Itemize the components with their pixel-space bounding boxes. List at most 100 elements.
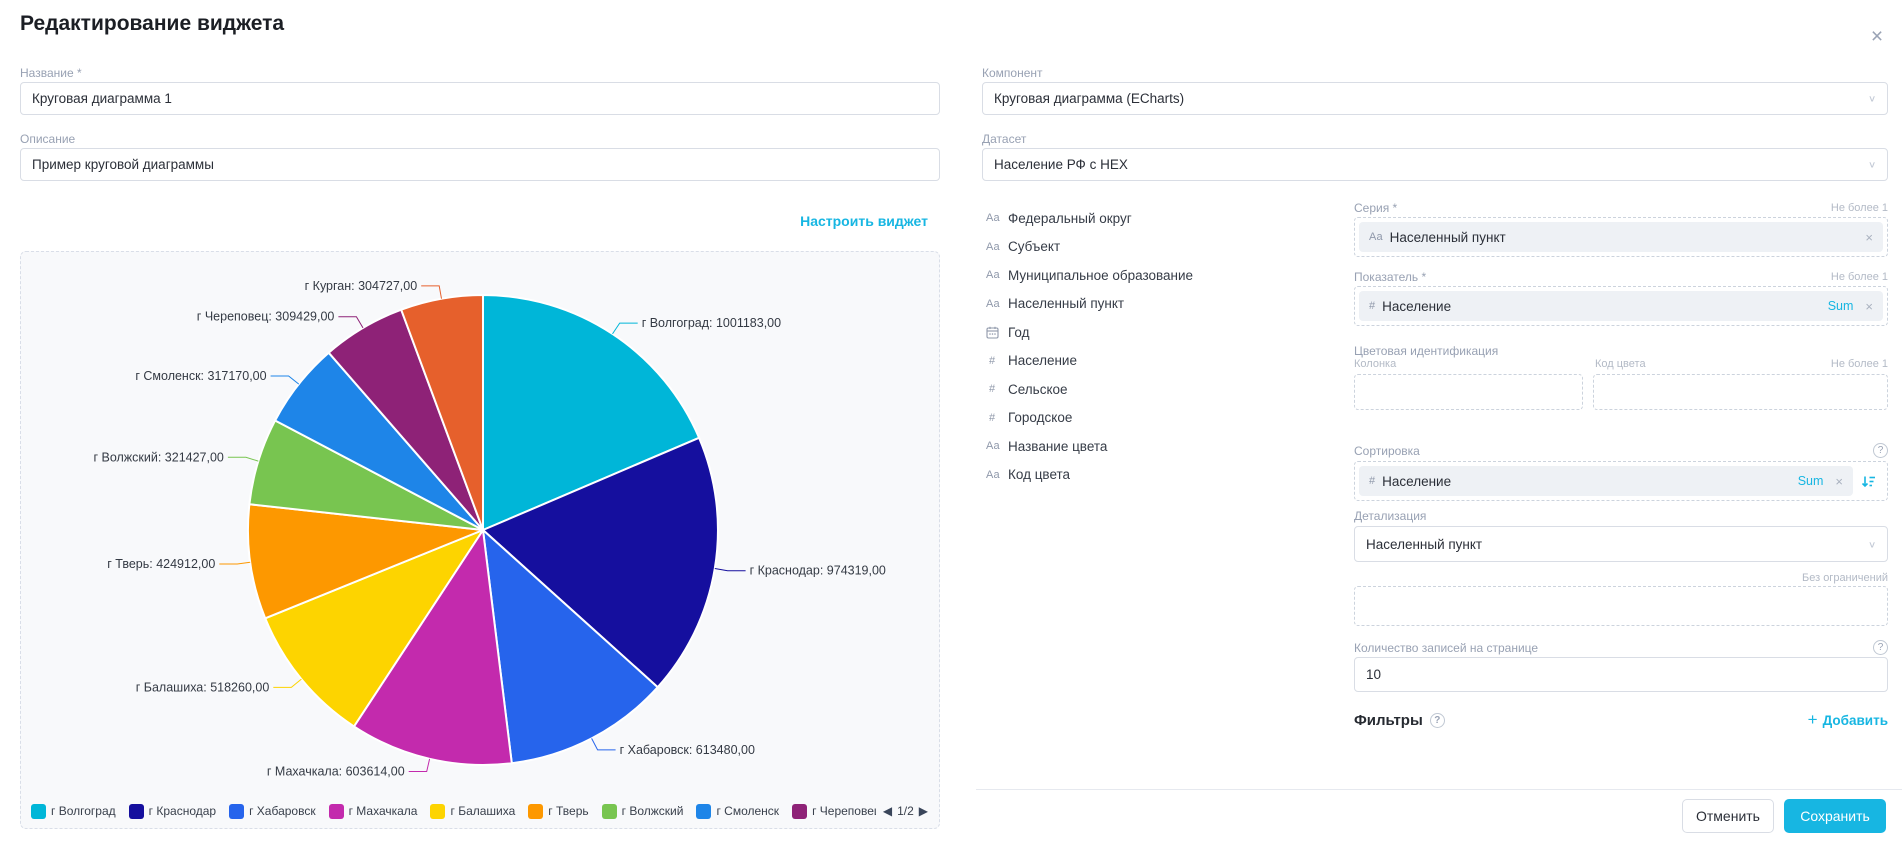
filters-label: Фильтры ?	[1354, 712, 1445, 729]
help-icon[interactable]: ?	[1873, 640, 1888, 655]
legend-item-г Краснодар[interactable]: г Краснодар	[129, 804, 216, 819]
legend-pager: ◀ 1/2 ▶	[880, 804, 931, 818]
extra-dropzone[interactable]	[1354, 586, 1888, 626]
series-chip[interactable]: Аа Населенный пункт ×	[1359, 222, 1883, 252]
dataset-field-label: Городское	[1008, 410, 1072, 425]
number-type-icon: #	[1369, 475, 1375, 487]
page-size-label: Количество записей на странице	[1354, 641, 1538, 655]
legend-item-г Балашиха[interactable]: г Балашиха	[430, 804, 515, 819]
number-type-icon: #	[986, 355, 1008, 367]
legend-item-г Смоленск[interactable]: г Смоленск	[696, 804, 779, 819]
legend-swatch	[602, 804, 617, 819]
remove-icon[interactable]: ×	[1865, 230, 1873, 245]
series-limit: Не более 1	[1831, 202, 1888, 214]
sort-descending-icon[interactable]	[1853, 474, 1883, 489]
edit-widget-dialog: Редактирование виджета × Название * Опис…	[0, 0, 1902, 842]
pie-label: г Краснодар: 974319,00	[750, 564, 886, 578]
metric-chip-label: Население	[1382, 299, 1828, 314]
color-code-dropzone[interactable]	[1593, 374, 1888, 410]
save-button[interactable]: Сохранить	[1784, 799, 1886, 833]
legend-item-г Череповец[interactable]: г Череповец	[792, 804, 876, 819]
legend-prev-icon[interactable]: ◀	[880, 804, 895, 818]
add-filter-button[interactable]: + Добавить	[1808, 710, 1888, 730]
sorting-label: Сортировка	[1354, 444, 1420, 458]
legend-item-г Волгоград[interactable]: г Волгоград	[31, 804, 116, 819]
aggregation-badge[interactable]: Sum	[1798, 474, 1824, 488]
legend-next-icon[interactable]: ▶	[916, 804, 931, 818]
legend-label: г Волгоград	[51, 804, 116, 818]
description-label: Описание	[20, 132, 75, 146]
dataset-field-Название цвета[interactable]: АаНазвание цвета	[986, 432, 1316, 461]
string-type-icon: Аа	[1369, 231, 1383, 243]
dataset-field-Федеральный округ[interactable]: АаФедеральный округ	[986, 204, 1316, 233]
pie-label-line	[421, 286, 441, 299]
dataset-field-Год[interactable]: Год	[986, 318, 1316, 347]
pie-label: г Волгоград: 1001183,00	[642, 316, 781, 330]
component-select[interactable]: Круговая диаграмма (ECharts) ∨	[982, 82, 1888, 115]
metric-dropzone[interactable]: # Население Sum ×	[1354, 286, 1888, 326]
remove-icon[interactable]: ×	[1865, 299, 1873, 314]
legend-item-г Волжский[interactable]: г Волжский	[602, 804, 684, 819]
name-input[interactable]	[20, 82, 940, 115]
legend-page-indicator: 1/2	[897, 804, 914, 818]
number-type-icon: #	[986, 383, 1008, 395]
dataset-field-Сельское[interactable]: #Сельское	[986, 375, 1316, 404]
configure-widget-link[interactable]: Настроить виджет	[20, 213, 928, 229]
sorting-chip-label: Население	[1382, 474, 1798, 489]
legend-swatch	[31, 804, 46, 819]
description-input[interactable]	[20, 148, 940, 181]
dataset-field-Код цвета[interactable]: АаКод цвета	[986, 461, 1316, 490]
string-type-icon: Аа	[986, 212, 1008, 224]
pie-label-line	[409, 759, 430, 772]
number-type-icon: #	[1369, 300, 1375, 312]
dataset-field-Субъект[interactable]: АаСубъект	[986, 233, 1316, 262]
legend-swatch	[430, 804, 445, 819]
legend-swatch	[696, 804, 711, 819]
dataset-field-Муниципальное образование[interactable]: АаМуниципальное образование	[986, 261, 1316, 290]
dataset-field-label: Субъект	[1008, 239, 1060, 254]
pie-label-line	[613, 323, 638, 334]
sorting-chip[interactable]: # Население Sum ×	[1359, 466, 1853, 496]
footer-divider	[976, 789, 1902, 790]
metric-label: Показатель *	[1354, 270, 1426, 284]
detail-label: Детализация	[1354, 509, 1426, 523]
chart-legend: г Волгоград г Краснодар г Хабаровск г Махач…	[31, 801, 931, 821]
aggregation-badge[interactable]: Sum	[1828, 299, 1854, 313]
color-ident-limit: Не более 1	[1831, 358, 1888, 370]
dataset-field-label: Год	[1008, 325, 1030, 340]
pie-label-line	[715, 569, 746, 571]
legend-item-г Махачкала[interactable]: г Махачкала	[329, 804, 418, 819]
dataset-field-Населенный пункт[interactable]: АаНаселенный пункт	[986, 290, 1316, 319]
metric-chip[interactable]: # Население Sum ×	[1359, 291, 1883, 321]
string-type-icon: Аа	[986, 298, 1008, 310]
legend-label: г Смоленск	[716, 804, 779, 818]
legend-item-г Хабаровск[interactable]: г Хабаровск	[229, 804, 316, 819]
remove-icon[interactable]: ×	[1835, 474, 1843, 489]
legend-items: г Волгоград г Краснодар г Хабаровск г Махач…	[31, 804, 876, 819]
number-type-icon: #	[986, 412, 1008, 424]
pie-label: г Балашиха: 518260,00	[136, 680, 270, 694]
dataset-field-list: АаФедеральный округАаСубъектАаМуниципаль…	[986, 204, 1316, 489]
page-title: Редактирование виджета	[20, 12, 284, 36]
series-chip-label: Населенный пункт	[1390, 230, 1866, 245]
cancel-button[interactable]: Отменить	[1682, 799, 1774, 833]
legend-swatch	[792, 804, 807, 819]
detail-select[interactable]: Населенный пункт ∨	[1354, 526, 1888, 562]
dataset-field-Городское[interactable]: #Городское	[986, 404, 1316, 433]
dataset-field-Население[interactable]: #Население	[986, 347, 1316, 376]
legend-label: г Махачкала	[349, 804, 418, 818]
help-icon[interactable]: ?	[1430, 713, 1445, 728]
close-icon[interactable]: ×	[1864, 24, 1890, 50]
help-icon[interactable]: ?	[1873, 443, 1888, 458]
chevron-down-icon: ∨	[1868, 539, 1876, 549]
pie-label-line	[271, 376, 299, 384]
page-size-input[interactable]	[1354, 657, 1888, 692]
series-dropzone[interactable]: Аа Населенный пункт ×	[1354, 217, 1888, 257]
sorting-dropzone[interactable]: # Население Sum ×	[1354, 461, 1888, 501]
dataset-field-label: Код цвета	[1008, 467, 1070, 482]
color-column-dropzone[interactable]	[1354, 374, 1583, 410]
dataset-field-label: Название цвета	[1008, 439, 1107, 454]
detail-value: Населенный пункт	[1366, 537, 1868, 552]
dataset-select[interactable]: Население РФ с HEX ∨	[982, 148, 1888, 181]
legend-item-г Тверь[interactable]: г Тверь	[528, 804, 588, 819]
